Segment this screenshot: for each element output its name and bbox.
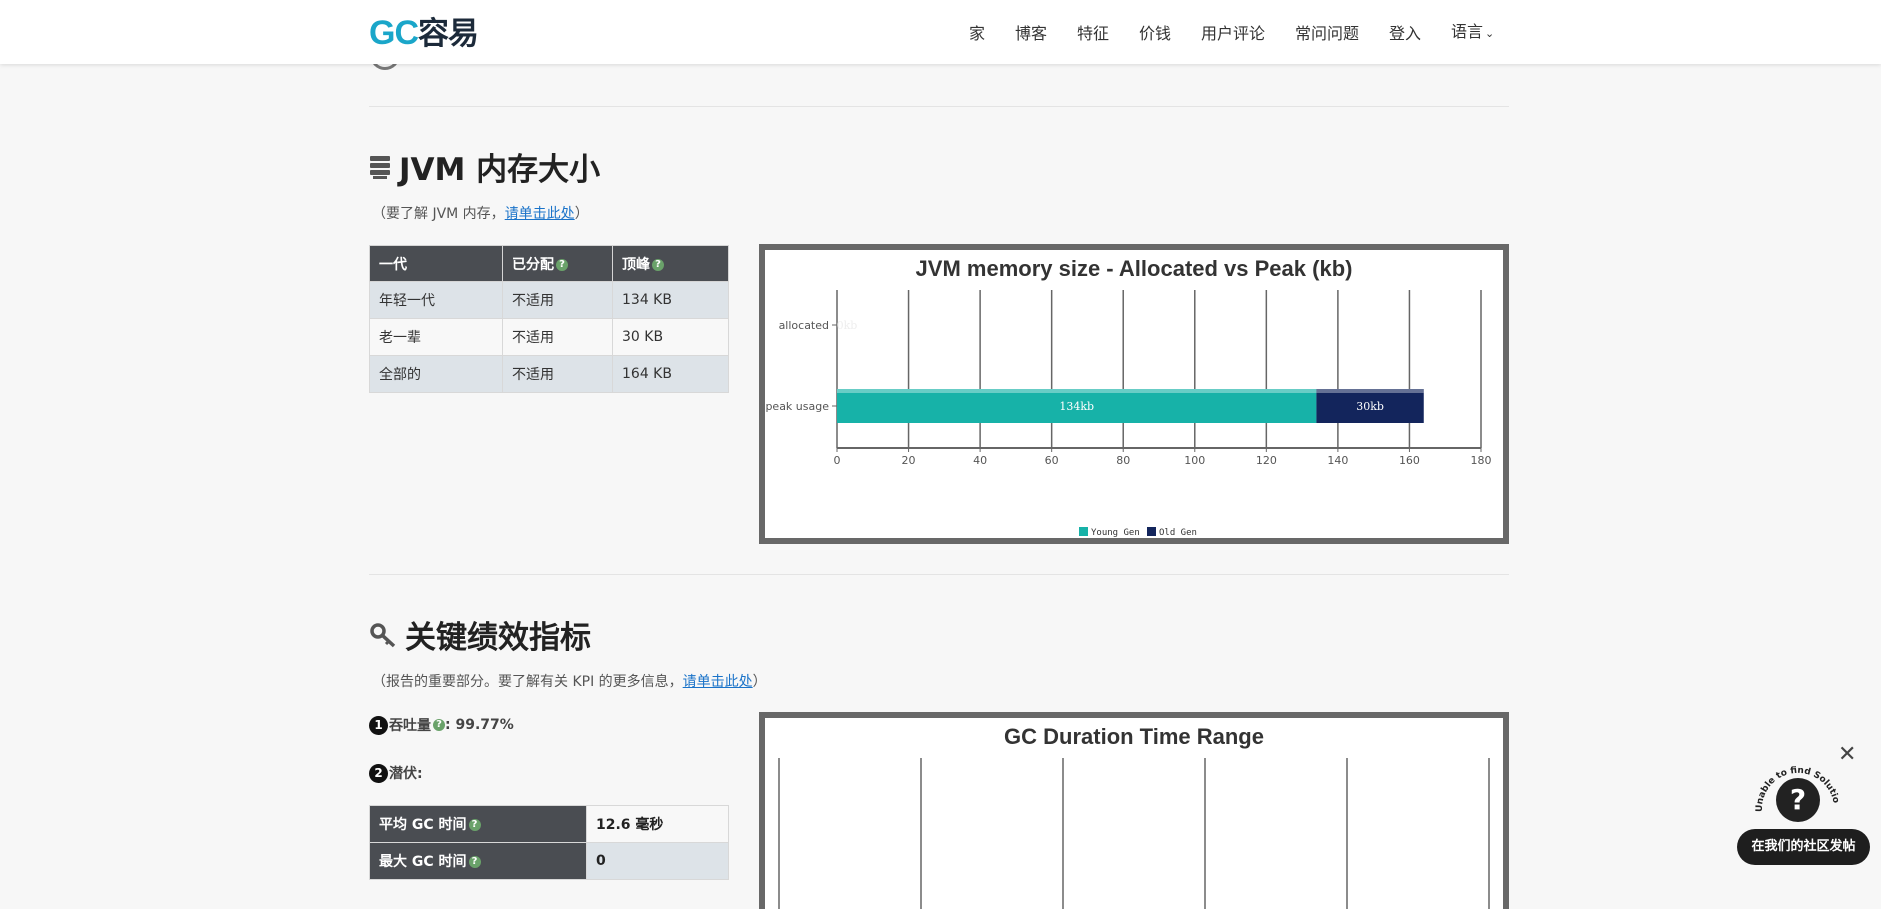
avg-gc-time-label: 平均 GC 时间 [379, 817, 467, 833]
cell: 不适用 [502, 318, 613, 356]
logo[interactable]: GC容易 [369, 8, 479, 53]
cell: 164 KB [612, 355, 729, 393]
nav-pricing[interactable]: 价钱 [1139, 20, 1171, 44]
cell: 不适用 [502, 281, 613, 319]
x-tick-label: 0 [834, 454, 841, 467]
subtitle-text: （要了解 JVM 内存， [372, 206, 505, 222]
chevron-down-icon: ⌄ [1485, 27, 1495, 40]
legend-swatch [1147, 527, 1156, 536]
table-row: 最大 GC 时间? 0 [369, 842, 729, 880]
help-icon[interactable]: ? [556, 258, 568, 271]
table-row: 年轻一代 不适用 134 KB [369, 281, 729, 319]
learn-jvm-memory-link[interactable]: 请单击此处 [505, 206, 575, 222]
help-icon[interactable]: ? [652, 258, 664, 271]
col-peak: 顶峰? [612, 245, 729, 282]
kpi-number-badge: 2 [369, 763, 388, 783]
jvm-memory-title: JVM 内存大小 [369, 144, 600, 189]
subtitle-text: （报告的重要部分。要了解有关 KPI 的更多信息， [372, 674, 683, 690]
help-icon[interactable]: ? [433, 719, 445, 731]
nav-language[interactable]: 语言 ⌄ [1451, 18, 1494, 42]
legend-label: Young Gen [1091, 528, 1140, 538]
avg-gc-time-value: 12.6 毫秒 [586, 805, 729, 843]
key-icon [370, 622, 396, 647]
legend-label: Old Gen [1159, 528, 1197, 538]
help-icon[interactable]: ? [468, 856, 481, 868]
section-title-text: JVM 内存大小 [399, 152, 601, 188]
nav-reviews[interactable]: 用户评论 [1201, 20, 1265, 44]
kpi-number-badge: 1 [369, 715, 388, 735]
question-icon[interactable]: ? [1776, 778, 1820, 822]
nav-home[interactable]: 家 [969, 20, 985, 44]
x-tick-label: 60 [1045, 454, 1059, 467]
bar-highlight [1316, 389, 1424, 393]
x-tick-label: 120 [1256, 454, 1277, 467]
subtitle-text-end: ） [574, 206, 589, 222]
post-in-community-button[interactable]: 在我们的社区发帖 [1737, 829, 1870, 865]
cell: 不适用 [502, 355, 613, 393]
bar-highlight [837, 389, 1317, 393]
throughput-label: 吞吐量 [389, 718, 431, 734]
nav-features[interactable]: 特征 [1077, 20, 1109, 44]
x-tick-label: 180 [1471, 454, 1492, 467]
table-row: 老一辈 不适用 30 KB [369, 318, 729, 356]
x-tick-label: 20 [902, 454, 916, 467]
divider [369, 574, 1509, 575]
cell: 30 KB [612, 318, 729, 356]
throughput-kpi: 1 吞吐量 ? : 99.77% [369, 715, 514, 735]
help-icon[interactable]: ? [468, 819, 481, 831]
logo-gc: GC [369, 14, 419, 52]
max-gc-time-label: 最大 GC 时间 [379, 854, 467, 870]
y-category-label: peak usage [765, 400, 829, 413]
col-generation: 一代 [369, 245, 503, 282]
jvm-memory-chart: JVM memory size - Allocated vs Peak (kb)… [759, 244, 1509, 544]
x-tick-label: 140 [1327, 454, 1348, 467]
jvm-memory-table: 一代 已分配? 顶峰? 年轻一代 不适用 134 KB 老一辈 不适用 30 K… [369, 245, 729, 393]
jvm-memory-subtitle: （要了解 JVM 内存，请单击此处） [372, 203, 589, 223]
max-gc-time-value: 0 [586, 842, 729, 880]
top-navbar: GC容易 家 博客 特征 价钱 用户评论 常问问题 登入 语言 ⌄ [0, 0, 1881, 64]
latency-label: 潜伏: [389, 766, 423, 782]
x-tick-label: 100 [1184, 454, 1205, 467]
x-tick-label: 160 [1399, 454, 1420, 467]
data-label: 30kb [1356, 400, 1384, 413]
throughput-value: : 99.77% [445, 717, 514, 733]
data-label: 0kb [837, 319, 858, 332]
cell: 最大 GC 时间? [369, 842, 587, 880]
learn-kpi-link[interactable]: 请单击此处 [683, 674, 753, 690]
table-row: 平均 GC 时间? 12.6 毫秒 [369, 805, 729, 843]
data-label: 134kb [1059, 400, 1094, 413]
x-tick-label: 80 [1116, 454, 1130, 467]
cell: 134 KB [612, 281, 729, 319]
section-title-text: 关键绩效指标 [405, 620, 591, 656]
jvm-memory-chart-svg: 0 20 40 60 80 100 120 140 160 180 allocated 0kb peak… [765, 290, 1492, 538]
cell: 全部的 [369, 355, 503, 393]
nav-blog[interactable]: 博客 [1015, 20, 1047, 44]
kpi-title: 关键绩效指标 [369, 612, 591, 657]
gc-time-table: 平均 GC 时间? 12.6 毫秒 最大 GC 时间? 0 [369, 805, 729, 880]
nav-language-label: 语言 [1451, 22, 1484, 41]
logo-text: 容易 [418, 16, 479, 51]
table-row: 全部的 不适用 164 KB [369, 355, 729, 393]
col-label: 已分配 [512, 256, 554, 273]
col-label: 一代 [379, 256, 407, 273]
nav-faq[interactable]: 常问问题 [1295, 20, 1359, 44]
gc-duration-chart-svg [778, 758, 1490, 909]
database-icon [370, 155, 390, 179]
subtitle-text-end: ） [752, 674, 767, 690]
latency-kpi: 2 潜伏: [369, 763, 423, 783]
col-label: 顶峰 [622, 256, 650, 273]
nav-login[interactable]: 登入 [1389, 20, 1421, 44]
x-tick-label: 40 [973, 454, 987, 467]
legend-swatch [1079, 527, 1088, 536]
y-category-label: allocated [779, 319, 829, 332]
kpi-subtitle: （报告的重要部分。要了解有关 KPI 的更多信息，请单击此处） [372, 671, 767, 691]
cell: 平均 GC 时间? [369, 805, 587, 843]
col-allocated: 已分配? [502, 245, 613, 282]
cell: 老一辈 [369, 318, 503, 356]
gc-duration-chart: GC Duration Time Range [759, 712, 1509, 909]
table-header-row: 一代 已分配? 顶峰? [369, 245, 729, 282]
divider [369, 106, 1509, 107]
cell: 年轻一代 [369, 281, 503, 319]
